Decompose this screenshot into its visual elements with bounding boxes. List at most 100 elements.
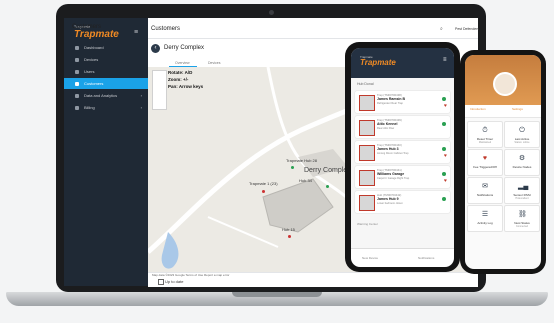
tile-last-active[interactable]: ⏻ Last Active Status: online xyxy=(504,121,540,148)
link-icon: ⛓ xyxy=(518,211,527,218)
device-name: James Ramsin B xyxy=(377,97,406,101)
tab-settings[interactable]: Settings xyxy=(512,107,523,111)
heart-icon: ♥ xyxy=(444,178,447,184)
sidebar-item-label: Devices xyxy=(84,57,99,62)
map-label-derry-complex: Derry Complex xyxy=(304,167,351,174)
map-controls[interactable] xyxy=(152,70,167,110)
sidebar: Trapmate Trapmate ≡ Dashboard Devices Us… xyxy=(64,18,148,286)
back-button[interactable]: ‹ xyxy=(151,44,160,53)
sidebar-brand-logo: Trapmate xyxy=(74,29,119,40)
device-card[interactable]: Trap (TM00700439) Attic Kennel Rear Atti… xyxy=(355,116,450,138)
sidebar-item-label: Customers xyxy=(84,81,104,86)
sidebar-item-label: Data and Analytics xyxy=(84,93,118,98)
tile-sensor-rssi[interactable]: ▂▄ Sensor RSSI Hi-Excellent xyxy=(504,177,540,204)
tile-label: Device Nodes xyxy=(512,165,532,169)
device-card[interactable]: Trap (TM00700438) James Ramsin B Refrige… xyxy=(355,91,450,113)
device-card[interactable]: Trap (TM00700440) James Hub 3 Among Room… xyxy=(355,141,450,163)
menu-icon[interactable]: ≡ xyxy=(134,29,138,36)
tile-device-nodes[interactable]: ⚙ Device Nodes xyxy=(504,149,540,176)
up-to-date-checkbox[interactable] xyxy=(158,279,164,285)
device-photo xyxy=(359,95,375,111)
sidebar-item-data-analytics[interactable]: Data and Analytics › xyxy=(64,90,148,101)
sidebar-item-label: Billing xyxy=(84,105,95,110)
tile-nest-status[interactable]: ⛓ Nest Status Connected xyxy=(504,205,540,232)
map-info-rotate: Rotate: A/D xyxy=(168,70,193,75)
avatar xyxy=(493,72,517,96)
status-dot-icon xyxy=(442,97,446,101)
status-dot-icon xyxy=(442,172,446,176)
dashboard-icon xyxy=(75,45,79,50)
sidebar-item-customers[interactable]: Customers xyxy=(64,78,148,89)
chevron-down-icon: › xyxy=(140,105,142,110)
device-name: James Hub 3 xyxy=(377,147,399,151)
customers-icon xyxy=(75,81,79,86)
map-label-hub-34[interactable]: Hub 34 xyxy=(299,178,312,183)
sidebar-item-devices[interactable]: Devices xyxy=(64,54,148,65)
tile-sub: Hi-Excellent xyxy=(515,197,529,200)
device-photo xyxy=(359,120,375,136)
status-dot-icon xyxy=(442,197,446,201)
devices-icon xyxy=(75,57,79,62)
device-photo xyxy=(359,195,375,211)
device-card[interactable]: Trap (TM00700441) Williams Garage Carpor… xyxy=(355,166,450,188)
page-title: Customers xyxy=(72,24,102,30)
nav-new-device[interactable]: New Device xyxy=(362,256,378,260)
device-location: Lower bedroom closet xyxy=(377,202,403,205)
tab-devices[interactable]: Devices xyxy=(208,61,220,65)
search-icon[interactable]: ⌕ xyxy=(440,26,443,32)
sidebar-item-users[interactable]: Users xyxy=(64,66,148,77)
analytics-icon xyxy=(75,93,79,98)
sidebar-item-label: Users xyxy=(84,69,95,74)
device-card[interactable]: Hub (TM00700442) James Hub 9 Lower bedro… xyxy=(355,191,450,213)
map-pin[interactable] xyxy=(262,190,265,193)
device-photo xyxy=(359,170,375,186)
nav-notifications[interactable]: Notifications xyxy=(418,256,434,260)
tile-label: Notifications xyxy=(476,193,494,197)
device-photo xyxy=(359,145,375,161)
mail-icon: ✉ xyxy=(482,183,488,190)
warning-center-label: Warning Center xyxy=(357,222,378,226)
laptop-base-notch xyxy=(232,292,322,297)
billing-icon xyxy=(75,105,79,110)
heart-icon: ♥ xyxy=(482,155,488,162)
tile-sub: Maintained xyxy=(478,141,492,144)
device-location: Refrigerator Rear Trap xyxy=(377,102,403,105)
tile-activity-log[interactable]: ☰ Activity Log xyxy=(467,205,503,232)
timer-icon: ⏱ xyxy=(482,127,488,134)
power-icon: ⏻ xyxy=(519,127,525,134)
map-pin[interactable] xyxy=(326,185,329,188)
sidebar-item-dashboard[interactable]: Dashboard xyxy=(64,42,148,53)
device-name: Williams Garage xyxy=(377,172,405,176)
tile-triggered[interactable]: ♥ Fee Triggered/Off xyxy=(467,149,503,176)
map-pin[interactable] xyxy=(291,166,294,169)
top-bar xyxy=(148,18,478,39)
map-pin[interactable] xyxy=(288,235,291,238)
user-menu[interactable]: Pest Defenders xyxy=(455,27,479,31)
up-to-date-label: Up to date xyxy=(165,279,184,284)
phone-1-brand: Trapmate xyxy=(360,58,396,67)
camera-dot xyxy=(269,10,274,15)
tile-label: Activity Log xyxy=(477,221,493,225)
sidebar-item-billing[interactable]: Billing › xyxy=(64,102,148,113)
device-location: Rear Attic Row xyxy=(377,127,395,130)
site-name: Derry Complex xyxy=(164,45,205,51)
page-title-text: Customers xyxy=(151,26,181,32)
device-location: Among Room Cabinet Trap xyxy=(377,152,409,155)
map-label-hub-28[interactable]: Trapmate Hub 28 xyxy=(286,158,317,163)
map-info-pan: Pan: Arrow keys xyxy=(168,84,204,89)
tab-overview[interactable]: Overview xyxy=(175,61,190,65)
device-name: Attic Kennel xyxy=(377,122,398,126)
status-dot-icon xyxy=(442,122,446,126)
tile-sub: Connected xyxy=(515,225,529,228)
tile-reset-timer[interactable]: ⏱ Reset Timer Maintained xyxy=(467,121,503,148)
device-location: Carport / Garage Right Trap xyxy=(377,177,410,180)
chevron-down-icon: › xyxy=(140,93,142,98)
map-label-hub-15[interactable]: Hub 15 xyxy=(282,227,295,232)
sidebar-item-label: Dashboard xyxy=(84,45,104,50)
tab-introduction[interactable]: Introduction xyxy=(470,107,486,111)
tile-notifications[interactable]: ✉ Notifications xyxy=(467,177,503,204)
map-label-trapmate-1[interactable]: Trapmate 1 (23) xyxy=(249,181,278,186)
menu-icon[interactable]: ≡ xyxy=(443,57,447,63)
signal-icon: ▂▄ xyxy=(518,183,529,190)
map-info-zoom: Zoom: +/- xyxy=(168,77,189,82)
